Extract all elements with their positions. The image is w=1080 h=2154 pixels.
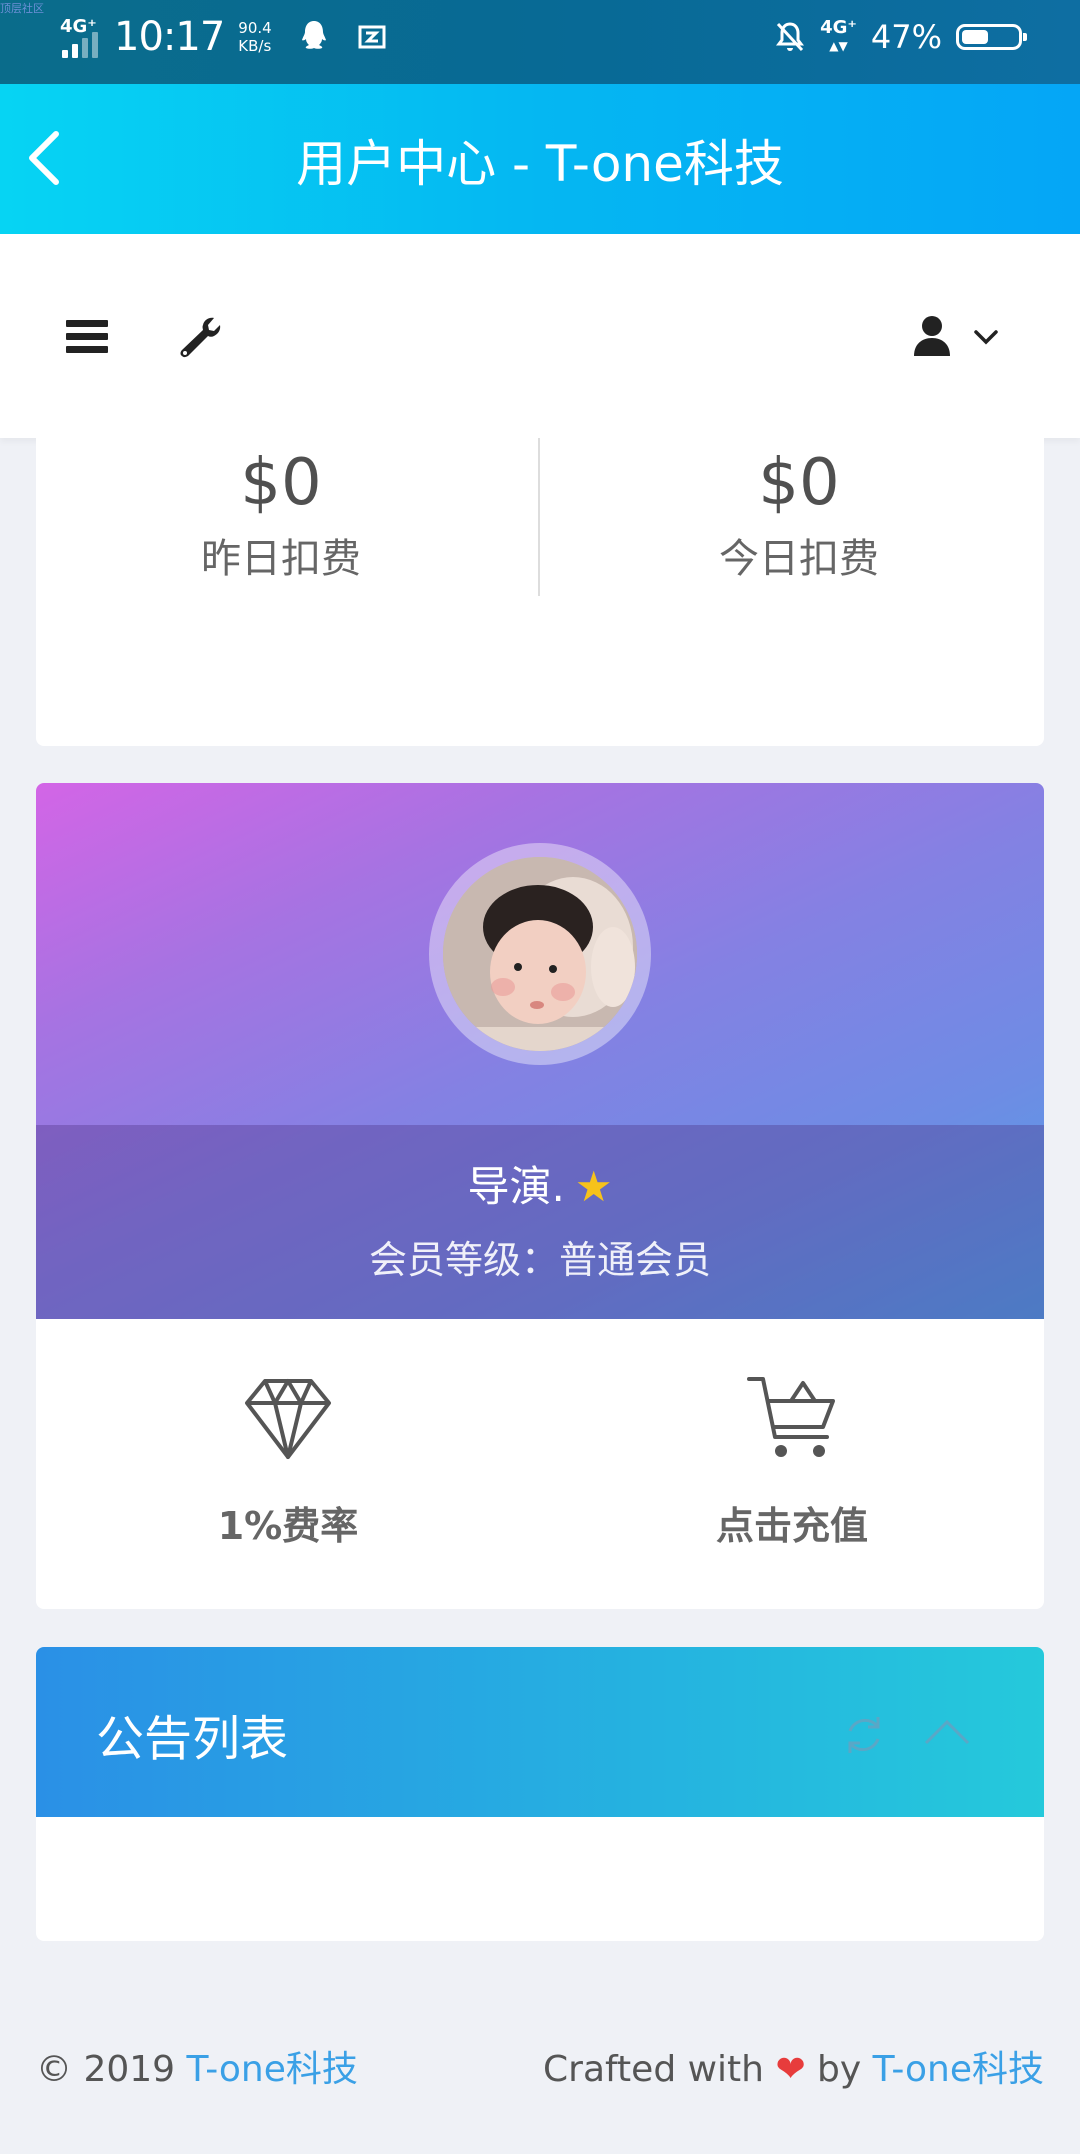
toolbar: [0, 234, 1080, 438]
footer-copyright: © 2019 T-one科技: [36, 2040, 358, 2092]
battery-icon: [956, 24, 1027, 50]
footer: © 2019 T-one科技 Crafted with ❤ by T-one科技: [36, 2040, 1044, 2090]
profile-name: 导演. ★: [36, 1153, 1044, 1214]
network-speed: 90.4 KB/s: [238, 19, 271, 55]
speed-value: 90.4: [238, 19, 272, 37]
chevron-up-icon[interactable]: [924, 1717, 970, 1747]
stats-card: $0 昨日扣费 $0 今日扣费: [36, 438, 1044, 746]
stat-divider: [538, 438, 540, 596]
profile-name-text: 导演.: [467, 1162, 565, 1211]
profile-hero: 导演. ★ 会员等级：普通会员: [36, 783, 1044, 1319]
stat-value: $0: [758, 446, 840, 520]
app-header: 用户中心 - T-one科技: [0, 84, 1080, 234]
qq-icon: [301, 21, 326, 49]
brand-link[interactable]: T-one科技: [187, 2049, 358, 2090]
status-time: 10:17: [114, 14, 225, 60]
avatar-image: [443, 857, 637, 1051]
screenshot-icon: [358, 25, 386, 49]
recharge-label: 点击充值: [715, 1504, 868, 1548]
refresh-icon[interactable]: [842, 1713, 886, 1757]
member-level: 会员等级：普通会员: [368, 1238, 711, 1282]
network-type-right: 4G⁺ ▲▼: [820, 17, 857, 54]
copyright-text: © 2019: [36, 2049, 187, 2090]
signal-icon: 4G⁺: [58, 14, 104, 60]
speed-unit: KB/s: [238, 37, 272, 55]
by-text: by: [805, 2049, 873, 2090]
avatar[interactable]: [443, 857, 637, 1051]
page-title: 用户中心 - T-one科技: [296, 135, 784, 193]
chevron-down-icon[interactable]: [972, 328, 1000, 348]
notice-card: 公告列表: [36, 1647, 1044, 1941]
avatar-ring: [429, 843, 651, 1065]
diamond-icon: [245, 1379, 331, 1459]
status-bar: 4G⁺ 10:17 90.4 KB/s 4G⁺ ▲▼ 47%: [0, 0, 1080, 84]
mute-bell-icon: [776, 22, 805, 52]
stat-value: $0: [240, 446, 322, 520]
menu-icon[interactable]: [66, 320, 108, 356]
cart-icon: [747, 1377, 835, 1457]
recharge-button[interactable]: 点击充值: [540, 1373, 1044, 1550]
battery-percent: 47%: [870, 18, 942, 56]
wrench-icon[interactable]: [176, 314, 222, 360]
stat-today: $0 今日扣费: [554, 438, 1044, 584]
stat-label: 今日扣费: [719, 536, 879, 582]
brand-link-2[interactable]: T-one科技: [873, 2049, 1044, 2090]
heart-icon: ❤: [775, 2049, 806, 2090]
rate-item[interactable]: 1%费率: [36, 1373, 540, 1550]
stat-yesterday: $0 昨日扣费: [36, 438, 526, 584]
watermark-text: 顶层社区: [0, 2, 44, 15]
notice-title: 公告列表: [96, 1711, 289, 1767]
stat-label: 昨日扣费: [201, 536, 361, 582]
notice-header: 公告列表: [36, 1647, 1044, 1817]
user-icon[interactable]: [912, 314, 952, 358]
crafted-text: Crafted with: [543, 2049, 776, 2090]
rate-label: 1%费率: [217, 1504, 359, 1548]
profile-card: 导演. ★ 会员等级：普通会员 1%费率 点击充值: [36, 783, 1044, 1609]
footer-credit: Crafted with ❤ by T-one科技: [543, 2040, 1044, 2092]
star-icon: ★: [574, 1162, 613, 1211]
